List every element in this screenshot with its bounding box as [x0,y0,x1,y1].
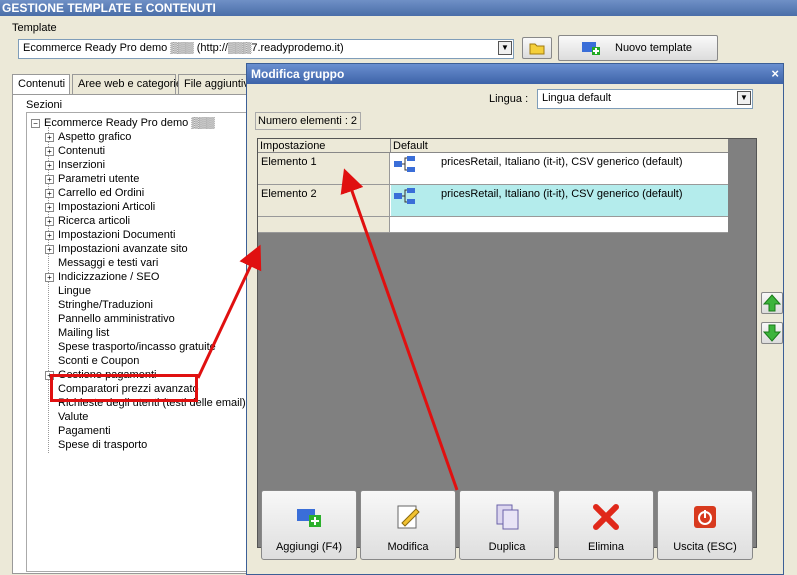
annotation-arrow-tree [196,244,262,379]
annotation-arrow-grid [340,168,459,491]
annotation-arrows [196,168,459,491]
